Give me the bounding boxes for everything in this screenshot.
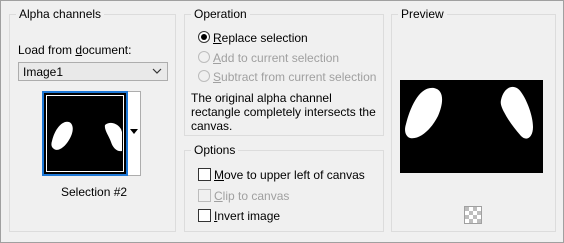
invert-image-checkbox[interactable] (198, 209, 211, 222)
preview-image (400, 80, 543, 173)
operation-message-line1: The original alpha channel (191, 91, 332, 105)
add-to-selection-label[interactable]: Add to current selection (213, 51, 339, 65)
preview-title: Preview (398, 7, 447, 21)
replace-selection-radio[interactable] (198, 31, 210, 43)
move-to-upper-left-checkbox[interactable] (198, 168, 211, 181)
load-from-document-label: Load from document: (18, 43, 132, 57)
operation-message-line3: canvas. (191, 119, 233, 133)
replace-selection-label[interactable]: Replace selection (213, 31, 308, 45)
subtract-selection-label[interactable]: Subtract from current selection (213, 70, 376, 84)
document-select[interactable]: Image1 (18, 62, 168, 81)
document-select-value: Image1 (23, 65, 64, 79)
operation-title: Operation (191, 7, 250, 21)
operation-message-line2: rectangle completely intersects the (191, 105, 376, 119)
thumbnail-dropdown-button[interactable] (128, 91, 141, 176)
selection-thumbnail-image (46, 95, 124, 172)
chevron-down-icon (152, 68, 162, 74)
clip-to-canvas-checkbox[interactable] (198, 189, 211, 202)
clip-to-canvas-label[interactable]: Clip to canvas (214, 189, 289, 203)
alpha-channels-title: Alpha channels (16, 7, 105, 21)
move-to-upper-left-label[interactable]: Move to upper left of canvas (214, 168, 365, 182)
checkerboard-icon[interactable] (464, 206, 482, 224)
subtract-selection-radio[interactable] (198, 70, 210, 82)
add-to-selection-radio[interactable] (198, 51, 210, 63)
selection-thumbnail[interactable] (42, 91, 128, 176)
options-title: Options (191, 143, 239, 157)
selection-caption: Selection #2 (61, 185, 128, 199)
invert-image-label[interactable]: Invert image (214, 209, 280, 223)
triangle-down-icon (130, 129, 138, 134)
